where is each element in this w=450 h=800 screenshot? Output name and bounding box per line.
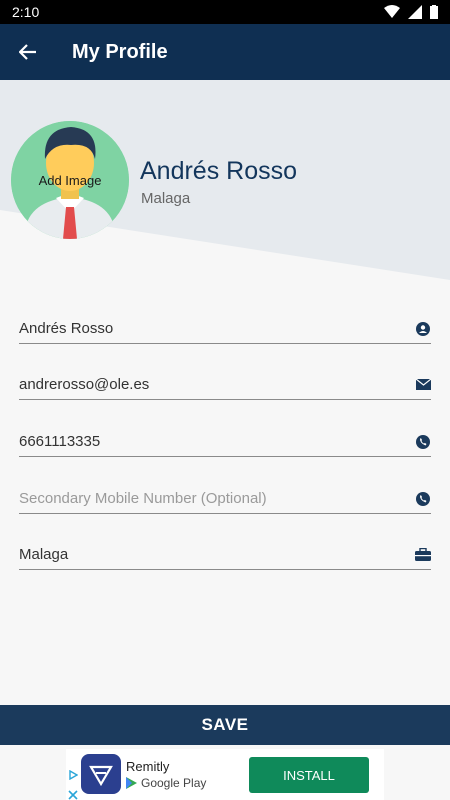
- mail-icon: [415, 377, 431, 393]
- back-button[interactable]: [0, 24, 56, 80]
- ad-store-label: Google Play: [141, 776, 207, 790]
- city-field[interactable]: Malaga: [19, 540, 431, 570]
- status-time: 2:10: [12, 4, 40, 20]
- save-button[interactable]: SAVE: [0, 705, 450, 745]
- install-button[interactable]: INSTALL: [249, 757, 369, 793]
- close-icon[interactable]: [68, 790, 78, 800]
- email-field-value: andrerosso@ole.es: [19, 376, 150, 393]
- ad-choices-icon: [69, 770, 78, 780]
- app-bar: My Profile: [0, 24, 450, 80]
- wifi-icon: [384, 5, 400, 18]
- signal-icon: [408, 5, 422, 19]
- secondary-phone-placeholder: Secondary Mobile Number (Optional): [19, 490, 267, 507]
- profile-name: Andrés Rosso: [140, 157, 298, 185]
- add-image-label: Add Image: [38, 173, 102, 188]
- profile-city: Malaga: [141, 190, 191, 207]
- email-field[interactable]: andrerosso@ole.es: [19, 370, 431, 400]
- page-title: My Profile: [72, 40, 168, 63]
- phone-icon: [415, 491, 431, 507]
- name-field-value: Andrés Rosso: [19, 320, 114, 337]
- google-play-icon: [126, 777, 137, 789]
- briefcase-icon: [415, 547, 431, 563]
- secondary-phone-field[interactable]: Secondary Mobile Number (Optional): [19, 484, 431, 514]
- ad-choices[interactable]: [68, 770, 80, 800]
- ad-store: Google Play: [126, 776, 206, 790]
- remitly-logo: [81, 754, 121, 794]
- status-icons: [384, 5, 438, 19]
- phone-field-value: 6661113335: [19, 433, 101, 450]
- phone-icon: [415, 434, 431, 450]
- arrow-back-icon: [19, 44, 36, 60]
- city-field-value: Malaga: [19, 546, 69, 563]
- name-field[interactable]: Andrés Rosso: [19, 314, 431, 344]
- battery-icon: [430, 5, 438, 19]
- person-icon: [415, 321, 431, 337]
- phone-field[interactable]: 6661113335: [19, 427, 431, 457]
- avatar[interactable]: Add Image: [11, 121, 129, 239]
- ad-app-name: Remitly: [126, 759, 170, 774]
- status-bar: 2:10: [0, 0, 450, 24]
